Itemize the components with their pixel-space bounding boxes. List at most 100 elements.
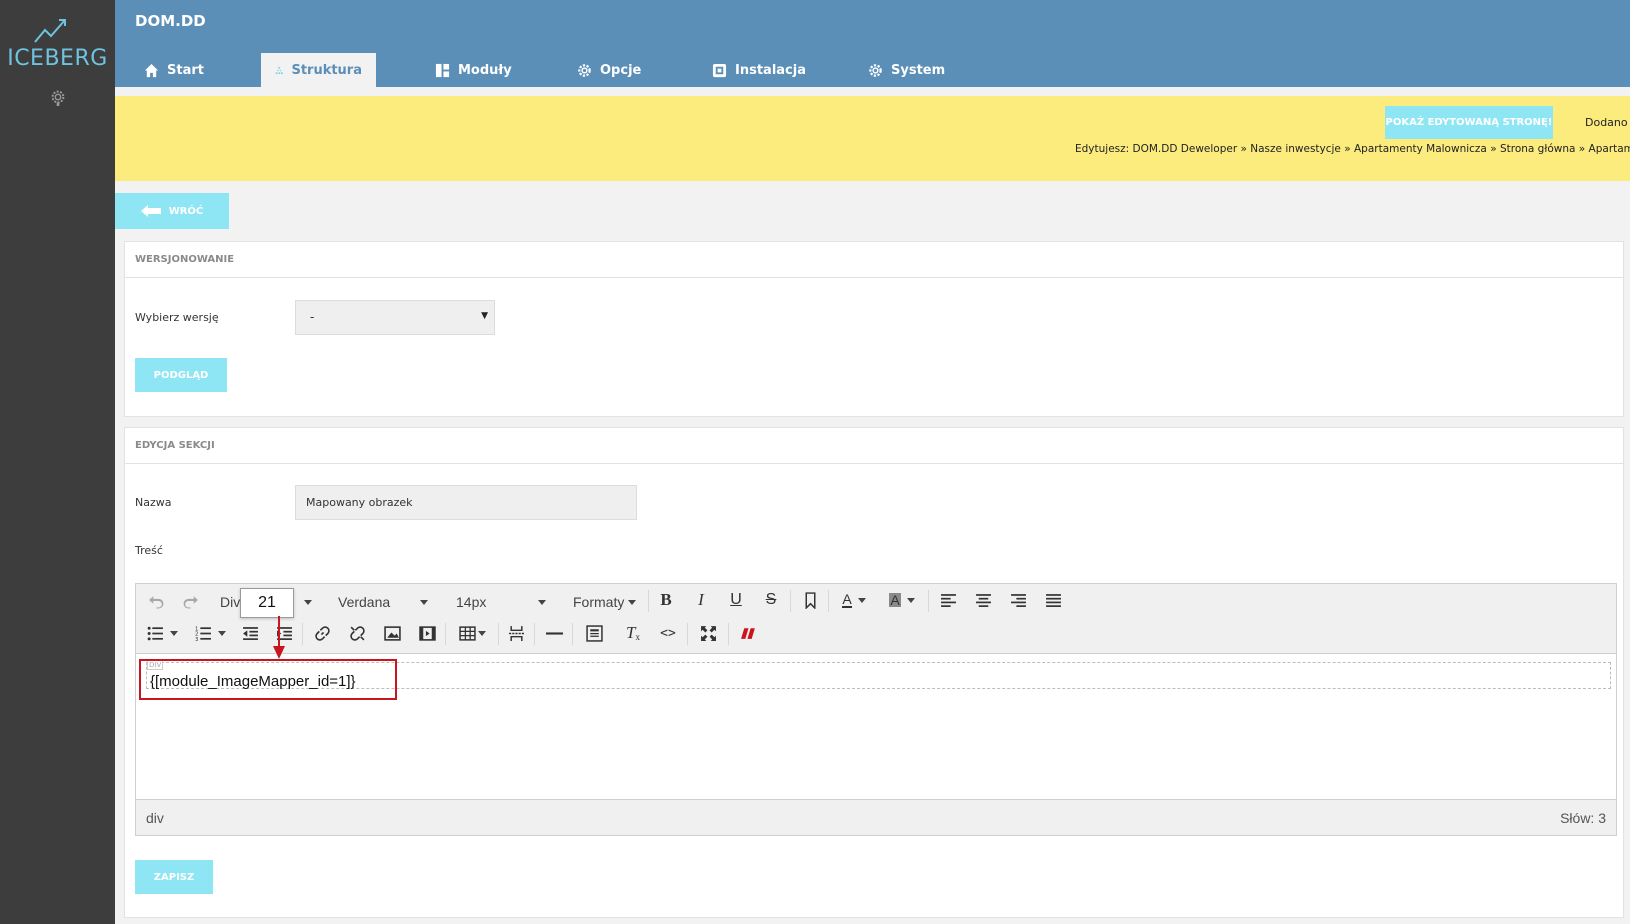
outdent-icon[interactable] [238, 620, 262, 646]
caret-down-icon [538, 599, 547, 605]
source-code-icon[interactable]: <> [656, 620, 680, 646]
structure-icon [275, 66, 283, 74]
tab-start[interactable]: Start [130, 53, 218, 87]
tab-instalacja[interactable]: Instalacja [698, 53, 820, 87]
gear-icon [869, 63, 882, 77]
panel-title: EDYCJA SEKCJI [125, 428, 1623, 464]
toolbar-divider [498, 623, 499, 645]
redo-icon[interactable] [178, 587, 202, 613]
top-header: DOM.DD Start Struktura Moduły Opcje Inst… [115, 0, 1630, 87]
tab-label: Start [167, 62, 204, 78]
sidebar: ICEBERG [0, 0, 115, 924]
tab-label: Struktura [291, 62, 362, 78]
underline-icon[interactable]: U [724, 587, 748, 613]
tab-label: System [891, 62, 946, 78]
tab-label: Moduły [458, 62, 512, 78]
annotation-highlight-box [139, 659, 397, 700]
install-icon [712, 63, 727, 77]
tooltip-number: 21 [240, 588, 294, 618]
back-button-label: WRÓĆ [168, 205, 204, 217]
name-label: Nazwa [135, 496, 172, 509]
toolbar-divider [928, 590, 929, 612]
formats-label: Formaty [573, 594, 625, 610]
numbered-list-icon[interactable]: 123 [190, 620, 230, 646]
brand-logo[interactable]: ICEBERG [0, 46, 115, 71]
toolbar-divider [728, 623, 729, 645]
rich-text-editor: Div 21 Verdana 14px Formaty B I U S A A … [135, 583, 1617, 836]
arrow-left-icon [140, 205, 161, 217]
tab-label: Opcje [600, 62, 642, 78]
svg-text:3: 3 [195, 636, 198, 641]
toolbar-divider [534, 623, 535, 645]
save-button[interactable]: ZAPISZ [135, 860, 213, 894]
home-icon [144, 63, 159, 77]
font-family-dropdown[interactable]: Verdana [338, 589, 443, 615]
preview-button[interactable]: PODGLĄD [135, 358, 227, 392]
font-family-value: Verdana [338, 594, 391, 610]
site-title: DOM.DD [135, 12, 206, 30]
text-color-icon[interactable]: A [834, 587, 874, 613]
fullscreen-icon[interactable] [696, 620, 720, 646]
font-size-dropdown[interactable]: 14px [456, 589, 561, 615]
edit-notice-bar: POKAŻ EDYTOWANĄ STRONĘ! Dodano : Edytuje… [115, 96, 1630, 181]
bookmark-icon[interactable] [798, 587, 822, 613]
content-label: Treść [135, 544, 163, 557]
editor-statusbar: div Słów: 3 [136, 799, 1616, 835]
back-button[interactable]: WRÓĆ [115, 193, 229, 229]
unlink-icon[interactable] [345, 620, 369, 646]
strikethrough-icon[interactable]: S [759, 587, 783, 613]
italic-icon[interactable]: I [689, 587, 713, 613]
caret-down-icon: ▼ [481, 311, 488, 321]
toolbar-divider [648, 590, 649, 612]
added-info: Dodano : [1585, 116, 1630, 129]
link-icon[interactable] [310, 620, 334, 646]
bold-icon[interactable]: B [654, 587, 678, 613]
horizontal-rule-icon[interactable] [542, 620, 566, 646]
toolbar-divider [572, 623, 573, 645]
breadcrumb: Edytujesz: DOM.DD Deweloper » Nasze inwe… [1075, 143, 1630, 155]
align-justify-icon[interactable] [1041, 587, 1065, 613]
align-left-icon[interactable] [936, 587, 960, 613]
block-format-value: Div [220, 594, 241, 610]
clear-formatting-icon[interactable]: Tx [621, 620, 645, 646]
tab-label: Instalacja [735, 62, 806, 78]
toolbar-divider [790, 590, 791, 612]
align-center-icon[interactable] [971, 587, 995, 613]
bullet-list-icon[interactable] [142, 620, 182, 646]
editor-content-area[interactable]: DIV {[module_ImageMapper_id=1]} [136, 616, 1616, 794]
tab-system[interactable]: System [854, 53, 959, 87]
align-right-icon[interactable] [1006, 587, 1030, 613]
name-input[interactable]: Mapowany obrazek [295, 485, 637, 520]
image-icon[interactable] [380, 620, 404, 646]
table-icon[interactable] [452, 620, 492, 646]
version-select-value: - [310, 310, 315, 324]
caret-down-icon [420, 599, 429, 605]
modules-icon [435, 63, 450, 77]
settings-gear-icon[interactable] [49, 88, 67, 106]
caret-down-icon [628, 599, 637, 605]
formats-dropdown[interactable]: Formaty [573, 589, 643, 615]
page-break-icon[interactable] [504, 620, 528, 646]
tab-opcje[interactable]: Opcje [563, 53, 655, 87]
word-count: Słów: 3 [1560, 810, 1606, 826]
version-select[interactable]: - ▼ [295, 300, 495, 335]
media-icon[interactable] [415, 620, 439, 646]
show-blocks-icon[interactable] [582, 620, 606, 646]
editor-toolbar: Div 21 Verdana 14px Formaty B I U S A A … [136, 584, 1616, 654]
toolbar-divider [445, 623, 446, 645]
background-color-icon[interactable]: A [882, 587, 922, 613]
element-path[interactable]: div [146, 810, 164, 826]
plugin-icon[interactable] [736, 620, 760, 646]
tab-moduly[interactable]: Moduły [421, 53, 526, 87]
caret-down-icon [304, 599, 313, 605]
font-size-value: 14px [456, 594, 487, 610]
version-select-label: Wybierz wersję [135, 311, 219, 324]
annotation-arrow-icon [273, 616, 285, 659]
toolbar-divider [828, 590, 829, 612]
undo-icon[interactable] [144, 587, 168, 613]
section-edit-panel: EDYCJA SEKCJI Nazwa Mapowany obrazek Tre… [124, 427, 1624, 918]
show-edited-page-button[interactable]: POKAŻ EDYTOWANĄ STRONĘ! [1385, 106, 1553, 139]
toolbar-divider [302, 623, 303, 645]
logo-chart-icon [34, 19, 66, 43]
tab-struktura[interactable]: Struktura [261, 53, 376, 87]
